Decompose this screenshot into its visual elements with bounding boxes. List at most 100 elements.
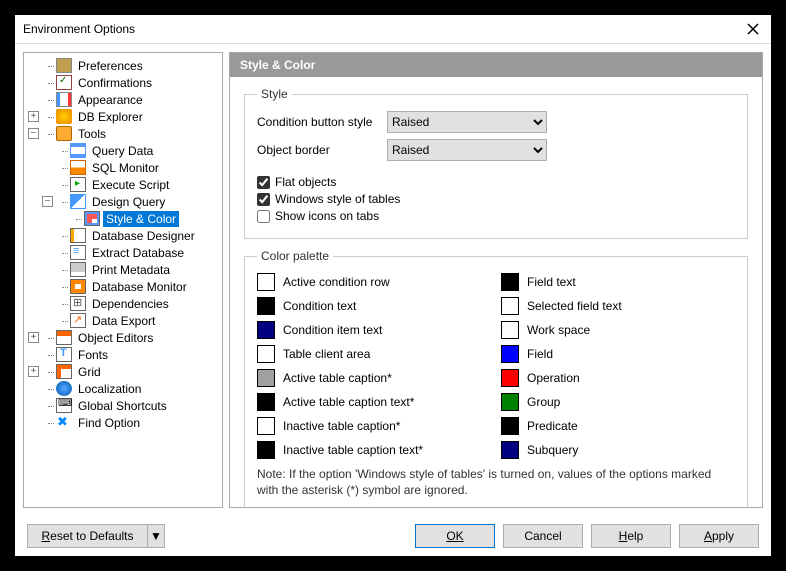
tree-item-appearance[interactable]: Appearance bbox=[26, 91, 220, 108]
tree-item-print-metadata[interactable]: Print Metadata bbox=[26, 261, 220, 278]
print-metadata-icon bbox=[70, 262, 86, 277]
help-button[interactable]: Help bbox=[591, 524, 671, 548]
show-icons-tabs-checkbox[interactable] bbox=[257, 210, 270, 223]
panel-header: Style & Color bbox=[230, 53, 762, 77]
tree-item-global-shortcuts[interactable]: Global Shortcuts bbox=[26, 397, 220, 414]
object-border-select[interactable]: Raised bbox=[387, 139, 547, 161]
color-swatch[interactable] bbox=[257, 321, 275, 339]
color-item: Active table caption text* bbox=[257, 393, 491, 411]
tree-item-style-color[interactable]: Style & Color bbox=[26, 210, 220, 227]
collapse-icon[interactable]: – bbox=[28, 128, 39, 139]
color-swatch[interactable] bbox=[257, 369, 275, 387]
color-label: Condition text bbox=[283, 299, 356, 313]
color-item: Condition item text bbox=[257, 321, 491, 339]
dropdown-arrow-icon[interactable]: ▼ bbox=[147, 524, 165, 548]
database-designer-icon bbox=[70, 228, 86, 243]
color-item: Work space bbox=[501, 321, 735, 339]
color-item: Active table caption* bbox=[257, 369, 491, 387]
condition-button-style-label: Condition button style bbox=[257, 115, 387, 129]
color-swatch[interactable] bbox=[257, 441, 275, 459]
color-palette-legend: Color palette bbox=[257, 249, 333, 263]
localization-icon bbox=[56, 381, 72, 396]
button-bar: Reset to Defaults ▼ OK Cancel Help Apply bbox=[15, 516, 771, 556]
db-explorer-icon bbox=[56, 109, 72, 124]
tree-item-object-editors[interactable]: +Object Editors bbox=[26, 329, 220, 346]
style-legend: Style bbox=[257, 87, 292, 101]
color-item: Predicate bbox=[501, 417, 735, 435]
color-label: Selected field text bbox=[527, 299, 622, 313]
window-title: Environment Options bbox=[23, 22, 135, 36]
tree-item-design-query[interactable]: –Design Query bbox=[26, 193, 220, 210]
cancel-button[interactable]: Cancel bbox=[503, 524, 583, 548]
tree-item-execute-script[interactable]: Execute Script bbox=[26, 176, 220, 193]
color-swatch[interactable] bbox=[257, 393, 275, 411]
color-label: Group bbox=[527, 395, 560, 409]
close-icon[interactable] bbox=[743, 19, 763, 39]
color-label: Active table caption* bbox=[283, 371, 392, 385]
color-label: Field bbox=[527, 347, 553, 361]
color-item: Operation bbox=[501, 369, 735, 387]
color-swatch[interactable] bbox=[257, 297, 275, 315]
color-swatch[interactable] bbox=[501, 345, 519, 363]
windows-style-tables-checkbox[interactable] bbox=[257, 193, 270, 206]
expand-icon[interactable]: + bbox=[28, 111, 39, 122]
condition-button-style-select[interactable]: Raised bbox=[387, 111, 547, 133]
flat-objects-checkbox[interactable] bbox=[257, 176, 270, 189]
color-item: Inactive table caption text* bbox=[257, 441, 491, 459]
find-option-icon bbox=[56, 415, 72, 430]
color-swatch[interactable] bbox=[501, 297, 519, 315]
color-label: Predicate bbox=[527, 419, 578, 433]
dependencies-icon bbox=[70, 296, 86, 311]
tree-item-data-export[interactable]: Data Export bbox=[26, 312, 220, 329]
tree-item-confirmations[interactable]: Confirmations bbox=[26, 74, 220, 91]
color-label: Table client area bbox=[283, 347, 370, 361]
expand-icon[interactable]: + bbox=[28, 366, 39, 377]
color-swatch[interactable] bbox=[257, 417, 275, 435]
tree-item-localization[interactable]: Localization bbox=[26, 380, 220, 397]
environment-options-window: Environment Options Preferences Confirma… bbox=[14, 14, 772, 557]
tree-item-find-option[interactable]: Find Option bbox=[26, 414, 220, 431]
reset-to-defaults-button[interactable]: Reset to Defaults ▼ bbox=[27, 524, 165, 548]
tree-item-preferences[interactable]: Preferences bbox=[26, 57, 220, 74]
color-item: Table client area bbox=[257, 345, 491, 363]
color-swatch[interactable] bbox=[501, 321, 519, 339]
color-label: Work space bbox=[527, 323, 590, 337]
tree-item-db-explorer[interactable]: +DB Explorer bbox=[26, 108, 220, 125]
expand-icon[interactable]: + bbox=[28, 332, 39, 343]
color-item: Selected field text bbox=[501, 297, 735, 315]
tools-icon bbox=[56, 126, 72, 141]
tree-item-fonts[interactable]: Fonts bbox=[26, 346, 220, 363]
color-item: Condition text bbox=[257, 297, 491, 315]
appearance-icon bbox=[56, 92, 72, 107]
apply-button[interactable]: Apply bbox=[679, 524, 759, 548]
tree-item-dependencies[interactable]: Dependencies bbox=[26, 295, 220, 312]
color-swatch[interactable] bbox=[501, 369, 519, 387]
color-swatch[interactable] bbox=[501, 273, 519, 291]
tree-item-query-data[interactable]: Query Data bbox=[26, 142, 220, 159]
tree-item-database-designer[interactable]: Database Designer bbox=[26, 227, 220, 244]
nav-tree[interactable]: Preferences Confirmations Appearance +DB… bbox=[23, 52, 223, 508]
execute-script-icon bbox=[70, 177, 86, 192]
design-query-icon bbox=[70, 194, 86, 209]
color-label: Subquery bbox=[527, 443, 578, 457]
color-swatch[interactable] bbox=[257, 273, 275, 291]
color-swatch[interactable] bbox=[501, 441, 519, 459]
tree-item-database-monitor[interactable]: Database Monitor bbox=[26, 278, 220, 295]
tree-item-grid[interactable]: +Grid bbox=[26, 363, 220, 380]
color-item: Group bbox=[501, 393, 735, 411]
collapse-icon[interactable]: – bbox=[42, 196, 53, 207]
color-swatch[interactable] bbox=[257, 345, 275, 363]
tree-item-sql-monitor[interactable]: SQL Monitor bbox=[26, 159, 220, 176]
tree-item-tools[interactable]: –Tools bbox=[26, 125, 220, 142]
tree-item-extract-database[interactable]: Extract Database bbox=[26, 244, 220, 261]
data-export-icon bbox=[70, 313, 86, 328]
color-swatch[interactable] bbox=[501, 417, 519, 435]
color-swatch[interactable] bbox=[501, 393, 519, 411]
style-color-icon bbox=[84, 211, 100, 226]
fonts-icon bbox=[56, 347, 72, 362]
ok-button[interactable]: OK bbox=[415, 524, 495, 548]
color-label: Field text bbox=[527, 275, 576, 289]
palette-note: Note: If the option 'Windows style of ta… bbox=[257, 467, 735, 498]
titlebar: Environment Options bbox=[15, 15, 771, 44]
extract-database-icon bbox=[70, 245, 86, 260]
